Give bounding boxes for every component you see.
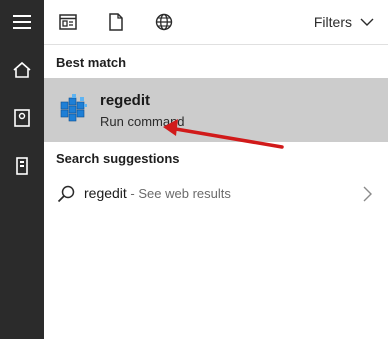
notebook-icon[interactable] (0, 96, 44, 140)
section-title-best-match: Best match (56, 55, 127, 70)
registry-editor-icon (60, 94, 87, 122)
hamburger-menu-icon[interactable] (0, 0, 44, 44)
home-icon[interactable] (0, 48, 44, 92)
suggestion-hint: - See web results (126, 186, 231, 201)
apps-icon[interactable] (54, 8, 82, 36)
document-icon[interactable] (102, 8, 130, 36)
chevron-down-icon (360, 18, 374, 26)
suggestion-text: regedit - See web results (84, 185, 231, 201)
result-subtitle: Run command (100, 114, 185, 129)
best-match-result[interactable]: regedit Run command (44, 78, 388, 142)
search-icon (57, 185, 75, 203)
device-tower-icon[interactable] (0, 144, 44, 188)
left-rail (0, 0, 44, 339)
web-globe-icon[interactable] (150, 8, 178, 36)
suggestion-query: regedit (84, 185, 127, 201)
section-title-search-suggestions: Search suggestions (56, 151, 180, 166)
web-suggestion-item[interactable]: regedit - See web results (44, 176, 388, 212)
result-title: regedit (100, 92, 151, 109)
toolbar-divider (44, 44, 388, 45)
search-toolbar: Filters (44, 0, 388, 44)
filters-label: Filters (313, 14, 352, 30)
chevron-right-icon[interactable] (360, 185, 374, 203)
annotation-arrow (163, 119, 284, 149)
filters-button[interactable]: Filters (314, 12, 374, 32)
